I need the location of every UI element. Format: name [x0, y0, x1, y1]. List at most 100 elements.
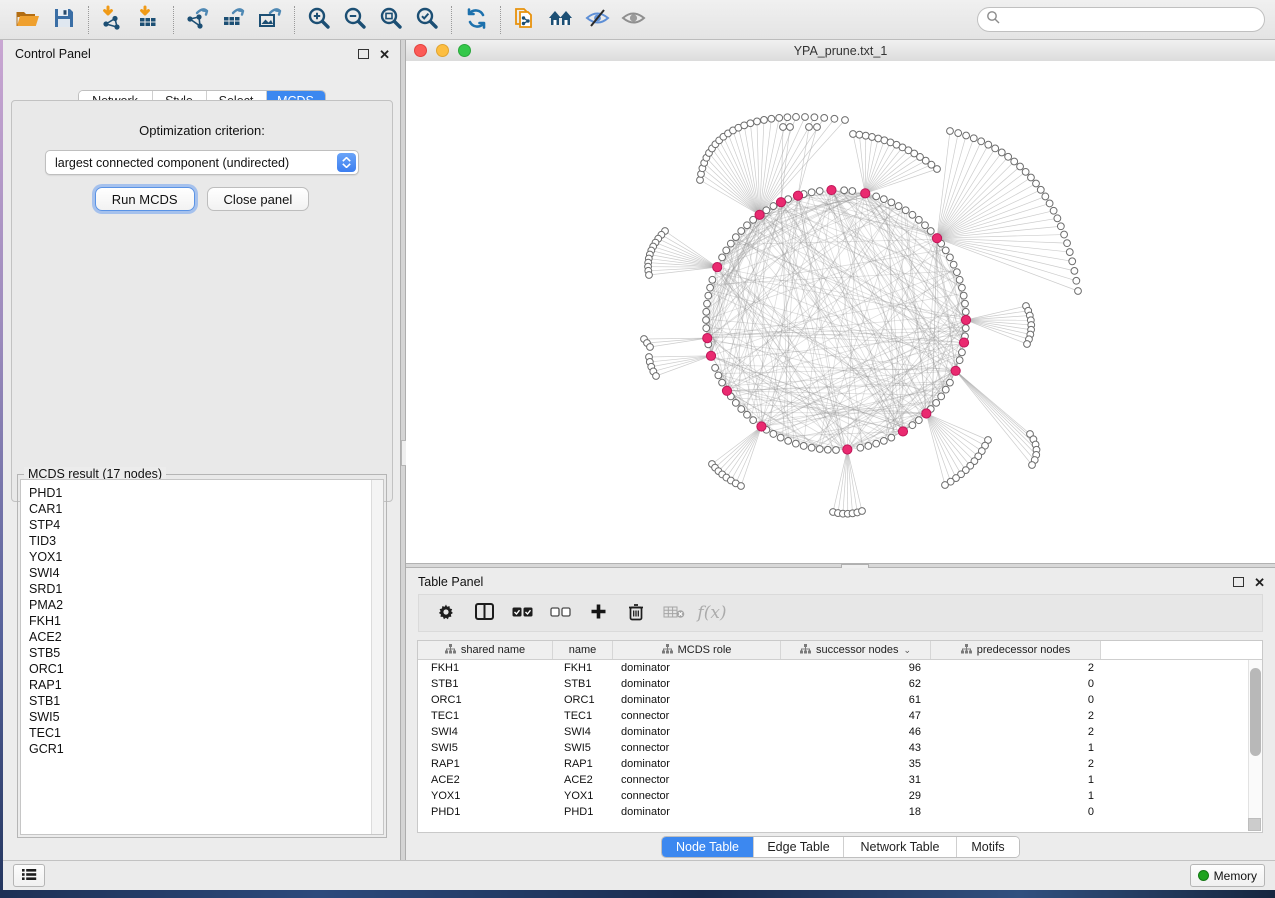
- result-list-item[interactable]: CAR1: [29, 501, 383, 517]
- result-list-item[interactable]: STB1: [29, 693, 383, 709]
- save-session-button[interactable]: [48, 4, 80, 36]
- function-builder-button[interactable]: f(x): [695, 598, 729, 628]
- zoom-selected-button[interactable]: [411, 4, 443, 36]
- column-header-shared-name[interactable]: shared name: [418, 641, 553, 659]
- mcds-result-list[interactable]: PHD1CAR1STP4TID3YOX1SWI4SRD1PMA2FKH1ACE2…: [20, 479, 384, 835]
- zoom-fit-button[interactable]: [375, 4, 407, 36]
- tab-motifs[interactable]: Motifs: [957, 837, 1019, 857]
- table-cell: SWI4: [418, 726, 553, 738]
- table-cell: 2: [931, 758, 1101, 770]
- node-table[interactable]: shared namenameMCDS rolesuccessor nodes⌄…: [417, 640, 1263, 833]
- close-panel-button[interactable]: Close panel: [207, 187, 310, 211]
- network-canvas[interactable]: [406, 61, 1275, 563]
- table-cell: 61: [781, 694, 931, 706]
- memory-label: Memory: [1214, 869, 1257, 883]
- export-table-button[interactable]: [218, 4, 250, 36]
- result-list-item[interactable]: TID3: [29, 533, 383, 549]
- task-history-button[interactable]: [13, 864, 45, 887]
- refresh-button[interactable]: [460, 4, 492, 36]
- column-header-MCDS-role[interactable]: MCDS role: [613, 641, 781, 659]
- result-list-item[interactable]: ORC1: [29, 661, 383, 677]
- result-list-item[interactable]: SRD1: [29, 581, 383, 597]
- float-window-icon[interactable]: [1233, 577, 1244, 587]
- import-table-button[interactable]: [133, 4, 165, 36]
- float-window-icon[interactable]: [358, 49, 369, 59]
- table-cell: 46: [781, 726, 931, 738]
- show-all-button[interactable]: [617, 4, 649, 36]
- tab-network-table[interactable]: Network Table: [844, 837, 957, 857]
- table-settings-button[interactable]: [429, 598, 463, 628]
- column-header-name[interactable]: name: [553, 641, 613, 659]
- table-row[interactable]: PHD1PHD1dominator180: [418, 804, 1262, 820]
- result-list-item[interactable]: TEC1: [29, 725, 383, 741]
- table-row[interactable]: ORC1ORC1dominator610: [418, 692, 1262, 708]
- close-panel-icon[interactable]: ✕: [379, 48, 390, 61]
- houses-icon: [547, 6, 575, 33]
- result-list-item[interactable]: YOX1: [29, 549, 383, 565]
- column-header-successor-nodes[interactable]: successor nodes⌄: [781, 641, 931, 659]
- import-network-button[interactable]: [97, 4, 129, 36]
- export-image-button[interactable]: [254, 4, 286, 36]
- memory-button[interactable]: Memory: [1190, 864, 1265, 887]
- tab-node-table[interactable]: Node Table: [662, 837, 754, 857]
- column-type-icon: [662, 644, 673, 657]
- search-icon: [986, 10, 1001, 30]
- table-row[interactable]: TEC1TEC1connector472: [418, 708, 1262, 724]
- table-cell: SWI4: [553, 726, 613, 738]
- clone-network-icon: [512, 5, 538, 34]
- table-scrollbar[interactable]: [1248, 660, 1262, 819]
- table-row[interactable]: SWI5SWI5connector431: [418, 740, 1262, 756]
- result-list-item[interactable]: RAP1: [29, 677, 383, 693]
- delete-columns-button[interactable]: [619, 598, 653, 628]
- result-list-item[interactable]: STP4: [29, 517, 383, 533]
- result-list-item[interactable]: ACE2: [29, 629, 383, 645]
- result-list-item[interactable]: PMA2: [29, 597, 383, 613]
- network-overview-button[interactable]: [545, 4, 577, 36]
- create-column-button[interactable]: [581, 598, 615, 628]
- sort-indicator-icon: ⌄: [904, 645, 912, 656]
- search-field[interactable]: [977, 7, 1265, 32]
- result-list-item[interactable]: SWI5: [29, 709, 383, 725]
- result-list-item[interactable]: STB5: [29, 645, 383, 661]
- table-row[interactable]: STB1STB1dominator620: [418, 676, 1262, 692]
- result-list-scrollbar[interactable]: [371, 480, 383, 834]
- right-column: YPA_prune.txt_1 Table Panel ✕ f(x): [406, 40, 1275, 860]
- zoom-out-button[interactable]: [339, 4, 371, 36]
- result-list-item[interactable]: SWI4: [29, 565, 383, 581]
- unselect-all-columns-button[interactable]: [543, 598, 577, 628]
- search-input[interactable]: [1001, 12, 1256, 28]
- result-list-item[interactable]: FKH1: [29, 613, 383, 629]
- table-cell: dominator: [613, 694, 781, 706]
- network-window: YPA_prune.txt_1: [406, 40, 1275, 563]
- select-all-columns-button[interactable]: [505, 598, 539, 628]
- result-list-item[interactable]: PHD1: [29, 485, 383, 501]
- table-row[interactable]: RAP1RAP1dominator352: [418, 756, 1262, 772]
- column-header-predecessor-nodes[interactable]: predecessor nodes: [931, 641, 1101, 659]
- table-row[interactable]: ACE2ACE2connector311: [418, 772, 1262, 788]
- table-row[interactable]: FKH1FKH1dominator962: [418, 660, 1262, 676]
- hide-selected-button[interactable]: [581, 4, 613, 36]
- table-cell: ORC1: [553, 694, 613, 706]
- optimization-criterion-select[interactable]: largest connected component (undirected): [45, 150, 359, 175]
- zoom-out-icon: [343, 6, 368, 34]
- delete-table-button[interactable]: [657, 598, 691, 628]
- clone-network-button[interactable]: [509, 4, 541, 36]
- zoom-in-button[interactable]: [303, 4, 335, 36]
- table-cell: YOX1: [418, 790, 553, 802]
- table-row[interactable]: YOX1YOX1connector291: [418, 788, 1262, 804]
- scrollbar-thumb[interactable]: [1250, 668, 1261, 756]
- open-file-button[interactable]: [12, 4, 44, 36]
- table-row[interactable]: SWI4SWI4dominator462: [418, 724, 1262, 740]
- table-cell: connector: [613, 710, 781, 722]
- table-cell: ACE2: [553, 774, 613, 786]
- run-mcds-button[interactable]: Run MCDS: [95, 187, 195, 211]
- toggle-panes-button[interactable]: [467, 598, 501, 628]
- main-toolbar: [0, 0, 1275, 40]
- table-panel: Table Panel ✕ f(x) shared namenameMCDS r…: [406, 568, 1275, 860]
- tab-edge-table[interactable]: Edge Table: [754, 837, 844, 857]
- header-filler: [1101, 641, 1262, 659]
- select-stepper-icon: [337, 153, 356, 172]
- export-network-button[interactable]: [182, 4, 214, 36]
- close-panel-icon[interactable]: ✕: [1254, 576, 1265, 589]
- result-list-item[interactable]: GCR1: [29, 741, 383, 757]
